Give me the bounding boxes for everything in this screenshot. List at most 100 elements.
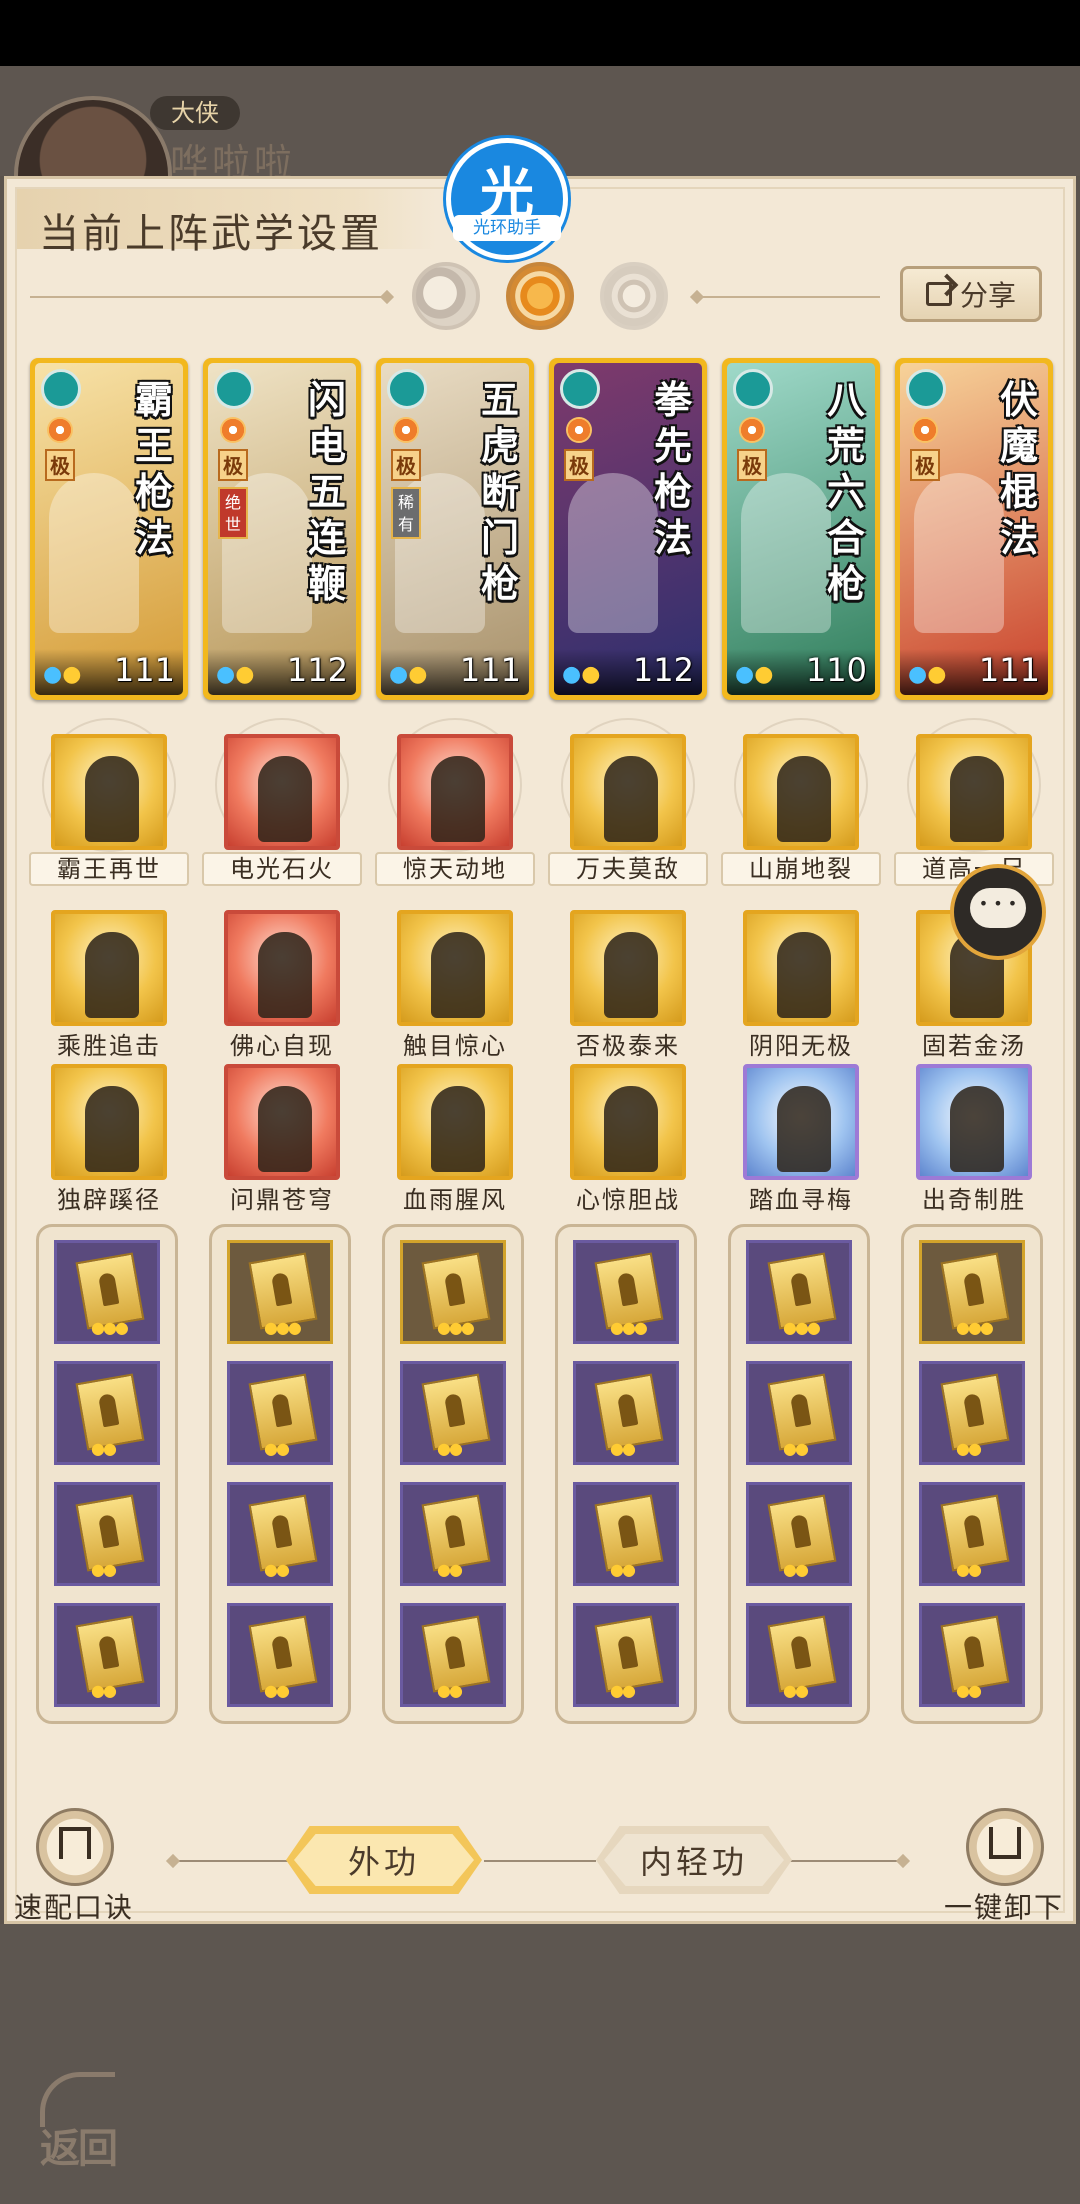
chat-bubble-icon[interactable] — [950, 864, 1046, 960]
skill-silhouette — [777, 932, 831, 1018]
skill-icon[interactable] — [743, 910, 859, 1026]
manual-slot[interactable]: ●● — [919, 1361, 1025, 1465]
sect-emblem-icon — [41, 369, 81, 409]
sun-phase-icon[interactable] — [506, 262, 574, 330]
manual-stars-icon: ●● — [610, 1560, 636, 1579]
card-art: 极 伏魔棍法 ●● 111 — [900, 363, 1048, 695]
manual-stars-icon: ●● — [437, 1681, 463, 1700]
quick-config-button[interactable] — [36, 1808, 114, 1886]
manual-slot[interactable]: ●● — [746, 1361, 852, 1465]
skill-icon[interactable] — [224, 734, 340, 850]
card-rarity-badge: 绝世 — [218, 487, 248, 539]
skill-icon[interactable] — [397, 910, 513, 1026]
martial-card[interactable]: 极稀有 五虎断门枪 ●● 111 — [376, 358, 534, 700]
manual-slot[interactable]: ●●● — [746, 1240, 852, 1344]
card-tier-badge: 极 — [564, 449, 594, 481]
skill-icon[interactable] — [224, 1064, 340, 1180]
manual-slot[interactable]: ●● — [573, 1361, 679, 1465]
martial-card[interactable]: 极 伏魔棍法 ●● 111 — [895, 358, 1053, 700]
skill-icon[interactable] — [570, 1064, 686, 1180]
martial-card[interactable]: 极 霸王枪法 ●● 111 — [30, 358, 188, 700]
manual-slot[interactable]: ●●● — [54, 1240, 160, 1344]
card-title: 伏魔棍法 — [999, 377, 1038, 560]
back-button[interactable]: 返回 — [30, 2072, 140, 2172]
assistant-badge[interactable]: 光 光环助手 — [446, 138, 568, 260]
sect-emblem-icon — [560, 369, 600, 409]
skill-icon[interactable] — [51, 1064, 167, 1180]
skill-icon[interactable] — [916, 1064, 1032, 1180]
card-tier-badge: 极 — [218, 449, 248, 481]
martial-card[interactable]: 极绝世 闪电五连鞭 ●● 112 — [203, 358, 361, 700]
share-button[interactable]: 分享 — [900, 266, 1042, 322]
manual-slot[interactable]: ●● — [400, 1482, 506, 1586]
skill-icon[interactable] — [743, 734, 859, 850]
share-label: 分享 — [959, 279, 1016, 312]
skill-icon[interactable] — [397, 1064, 513, 1180]
card-gems-icon: ●● — [735, 662, 774, 687]
manual-slot[interactable]: ●● — [400, 1603, 506, 1707]
manual-stars-icon: ●● — [91, 1560, 117, 1579]
manual-stars-icon: ●● — [610, 1439, 636, 1458]
manual-stars-icon: ●●● — [437, 1318, 475, 1337]
skill-name: 踏血寻梅 — [749, 1186, 853, 1214]
manual-slot[interactable]: ●● — [227, 1482, 333, 1586]
quick-config-label: 速配口诀 — [14, 1891, 135, 1924]
manual-stars-icon: ●● — [956, 1439, 982, 1458]
manual-slot[interactable]: ●● — [400, 1361, 506, 1465]
skill-silhouette — [604, 756, 658, 842]
card-level: 112 — [632, 651, 694, 689]
card-figure-art — [568, 473, 658, 633]
skill-icon[interactable] — [570, 734, 686, 850]
flower-badge-icon — [566, 417, 592, 443]
card-figure-art — [741, 473, 831, 633]
card-level: 111 — [113, 651, 175, 689]
skill-silhouette — [950, 1086, 1004, 1172]
manual-slot[interactable]: ●●● — [400, 1240, 506, 1344]
manual-slot[interactable]: ●● — [573, 1603, 679, 1707]
skill-icon[interactable] — [570, 910, 686, 1026]
manual-slot[interactable]: ●● — [54, 1482, 160, 1586]
skill-icon[interactable] — [743, 1064, 859, 1180]
card-title: 五虎断门枪 — [480, 377, 519, 606]
skill-silhouette — [258, 1086, 312, 1172]
manual-stars-icon: ●● — [264, 1560, 290, 1579]
manual-slot[interactable]: ●● — [227, 1361, 333, 1465]
moon-phase-icon[interactable] — [412, 262, 480, 330]
manual-slot[interactable]: ●● — [573, 1482, 679, 1586]
tab-inner-skill[interactable]: 内轻功 — [596, 1826, 792, 1894]
martial-card[interactable]: 极 八荒六合枪 ●● 110 — [722, 358, 880, 700]
manual-stars-icon: ●● — [610, 1681, 636, 1700]
manual-slot[interactable]: ●●● — [919, 1240, 1025, 1344]
martial-card[interactable]: 极 拳先枪法 ●● 112 — [549, 358, 707, 700]
manual-slot[interactable]: ●● — [746, 1482, 852, 1586]
manual-stars-icon: ●● — [264, 1681, 290, 1700]
manual-slot[interactable]: ●● — [54, 1361, 160, 1465]
skill-icon[interactable] — [51, 734, 167, 850]
card-art: 极 拳先枪法 ●● 112 — [554, 363, 702, 695]
ring-phase-icon[interactable] — [600, 262, 668, 330]
skill-silhouette — [604, 932, 658, 1018]
tab-outer-skill[interactable]: 外功 — [286, 1826, 482, 1894]
download-arrow-icon — [989, 1827, 1021, 1859]
skill-icon[interactable] — [916, 734, 1032, 850]
share-icon — [925, 282, 952, 306]
manual-slot[interactable]: ●● — [919, 1482, 1025, 1586]
manual-slot[interactable]: ●●● — [227, 1240, 333, 1344]
tab-inner-label: 内轻功 — [639, 1843, 748, 1881]
card-level: 110 — [805, 651, 867, 689]
skill-name: 乘胜追击 — [57, 1032, 161, 1060]
skill-icon[interactable] — [224, 910, 340, 1026]
manual-slot[interactable]: ●●● — [573, 1240, 679, 1344]
manual-slot[interactable]: ●● — [746, 1603, 852, 1707]
manual-slot[interactable]: ●● — [919, 1603, 1025, 1707]
skill-icon[interactable] — [51, 910, 167, 1026]
skill-name: 固若金汤 — [922, 1032, 1026, 1060]
manual-stars-icon: ●● — [783, 1560, 809, 1579]
manual-stars-icon: ●● — [956, 1560, 982, 1579]
manual-slot[interactable]: ●● — [54, 1603, 160, 1707]
unequip-all-button[interactable] — [966, 1808, 1044, 1886]
manual-slot[interactable]: ●● — [227, 1603, 333, 1707]
skill-icon[interactable] — [397, 734, 513, 850]
skill-silhouette — [777, 1086, 831, 1172]
manual-stars-icon: ●●● — [264, 1318, 302, 1337]
